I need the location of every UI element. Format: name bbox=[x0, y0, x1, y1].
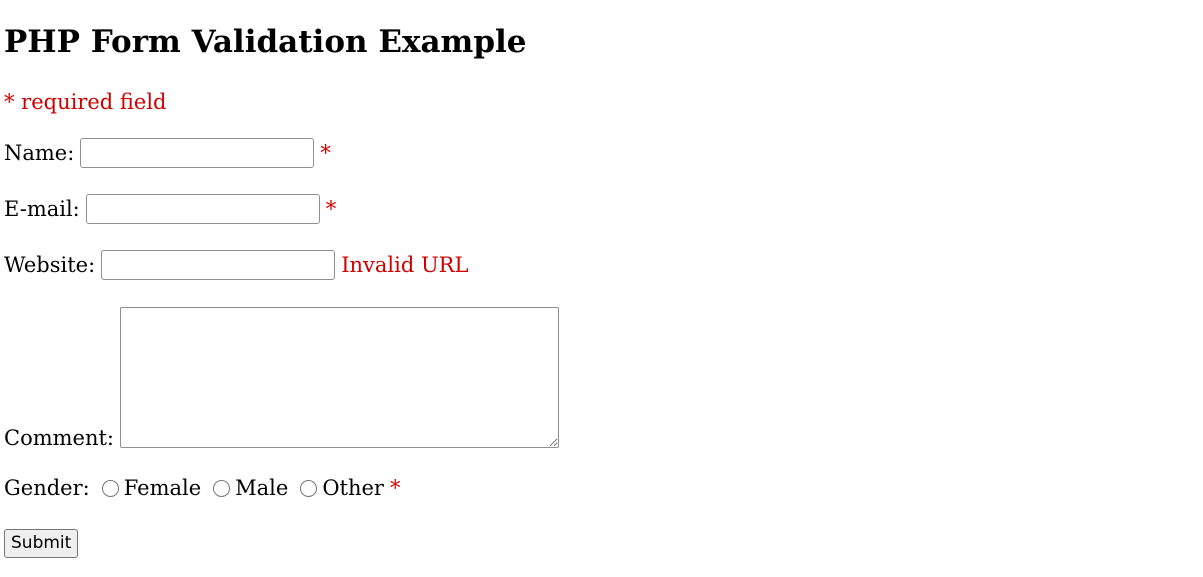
email-required-marker: * bbox=[325, 197, 337, 221]
form-page: PHP Form Validation Example * required f… bbox=[4, 0, 1194, 577]
gender-label: Gender: bbox=[4, 476, 90, 500]
website-row: Website: Invalid URL bbox=[4, 250, 468, 280]
radio-male[interactable] bbox=[213, 479, 231, 497]
name-required-marker: * bbox=[320, 141, 331, 165]
submit-button[interactable]: Submit bbox=[4, 529, 79, 558]
radio-other[interactable] bbox=[300, 479, 318, 497]
gender-option-label: Female bbox=[123, 476, 202, 500]
gender-option-label: Male bbox=[235, 476, 289, 500]
website-input[interactable] bbox=[101, 250, 336, 280]
gender-option-female[interactable]: Female bbox=[101, 474, 202, 502]
name-input[interactable] bbox=[80, 138, 315, 168]
name-row: Name: * bbox=[4, 138, 331, 168]
name-label: Name: bbox=[4, 141, 75, 165]
comment-label: Comment: bbox=[4, 426, 115, 450]
gender-row: Gender: Female Male Other * bbox=[4, 474, 400, 502]
required-field-note: * required field bbox=[4, 90, 167, 114]
email-row: E-mail: * bbox=[4, 194, 336, 224]
gender-option-male[interactable]: Male bbox=[213, 474, 288, 502]
website-label: Website: bbox=[4, 253, 96, 277]
email-input[interactable] bbox=[85, 194, 320, 224]
gender-option-label: Other bbox=[322, 476, 384, 500]
radio-female[interactable] bbox=[101, 479, 119, 497]
comment-textarea[interactable] bbox=[120, 307, 560, 448]
comment-row: Comment: bbox=[4, 307, 560, 450]
page-title: PHP Form Validation Example bbox=[4, 24, 527, 60]
gender-required-marker: * bbox=[389, 476, 401, 500]
website-error-message: Invalid URL bbox=[341, 253, 469, 277]
email-label: E-mail: bbox=[4, 197, 80, 221]
gender-option-other[interactable]: Other bbox=[300, 474, 384, 502]
